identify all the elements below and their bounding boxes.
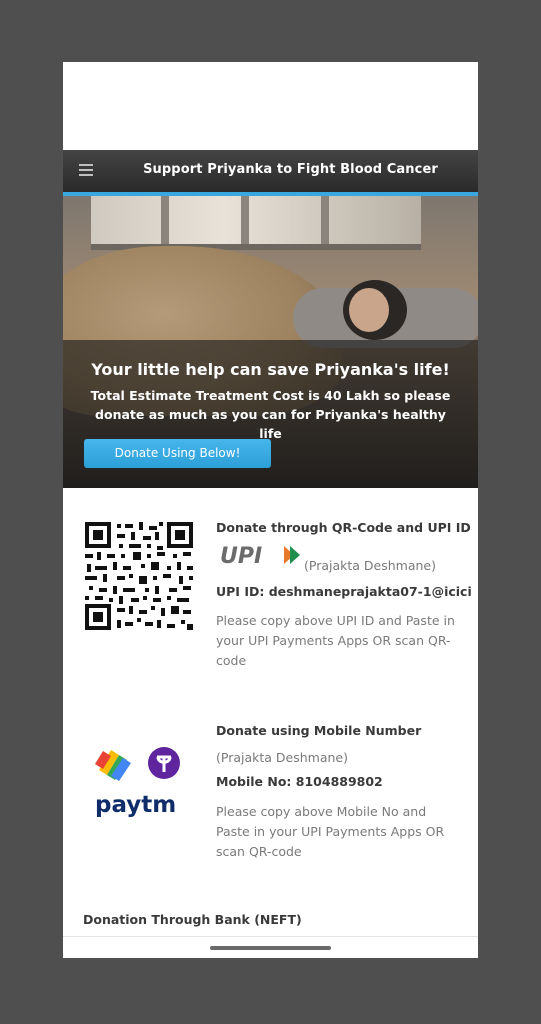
divider xyxy=(63,936,478,937)
hamburger-menu-icon[interactable] xyxy=(79,164,93,177)
upi-section-title: Donate through QR-Code and UPI ID xyxy=(216,520,471,535)
hero-banner: Your little help can save Priyanka's lif… xyxy=(63,196,478,488)
upi-payee-name: (Prajakta Deshmane) xyxy=(304,558,436,573)
phone-screen: Support Priyanka to Fight Blood Cancer Y… xyxy=(63,62,478,958)
qr-code xyxy=(83,520,195,632)
mobile-instructions: Please copy above Mobile No and Paste in… xyxy=(216,804,445,859)
mobile-number[interactable]: Mobile No: 8104889802 xyxy=(216,774,383,789)
hero-subtext: Total Estimate Treatment Cost is 40 Lakh… xyxy=(90,388,451,441)
hero-photo-face xyxy=(349,288,389,332)
app-header: Support Priyanka to Fight Blood Cancer xyxy=(63,150,478,192)
upi-logo-text: UPI xyxy=(220,544,262,568)
upi-logo: UPI xyxy=(220,544,300,568)
google-pay-icon xyxy=(95,750,131,781)
payment-app-icons: paytm xyxy=(91,746,191,836)
top-blank-area xyxy=(63,62,478,150)
hero-heading: Your little help can save Priyanka's lif… xyxy=(91,360,450,379)
paytm-logo-text: paytm xyxy=(95,792,176,818)
bank-section-title: Donation Through Bank (NEFT) xyxy=(83,912,302,927)
home-indicator-bar[interactable] xyxy=(210,946,331,950)
paytm-logo: paytm xyxy=(95,792,176,818)
hero-photo-window xyxy=(91,196,421,250)
page-title: Support Priyanka to Fight Blood Cancer xyxy=(143,162,438,177)
donation-content: Donate through QR-Code and UPI ID UPI (P… xyxy=(63,488,478,958)
donate-button[interactable]: Donate Using Below! xyxy=(84,439,271,468)
mobile-payee-name: (Prajakta Deshmane) xyxy=(216,750,348,765)
phonepe-icon xyxy=(148,747,180,779)
upi-id[interactable]: UPI ID: deshmaneprajakta07-1@icici xyxy=(216,584,472,599)
upi-instructions: Please copy above UPI ID and Paste in yo… xyxy=(216,613,455,668)
mobile-section-title: Donate using Mobile Number xyxy=(216,723,422,738)
